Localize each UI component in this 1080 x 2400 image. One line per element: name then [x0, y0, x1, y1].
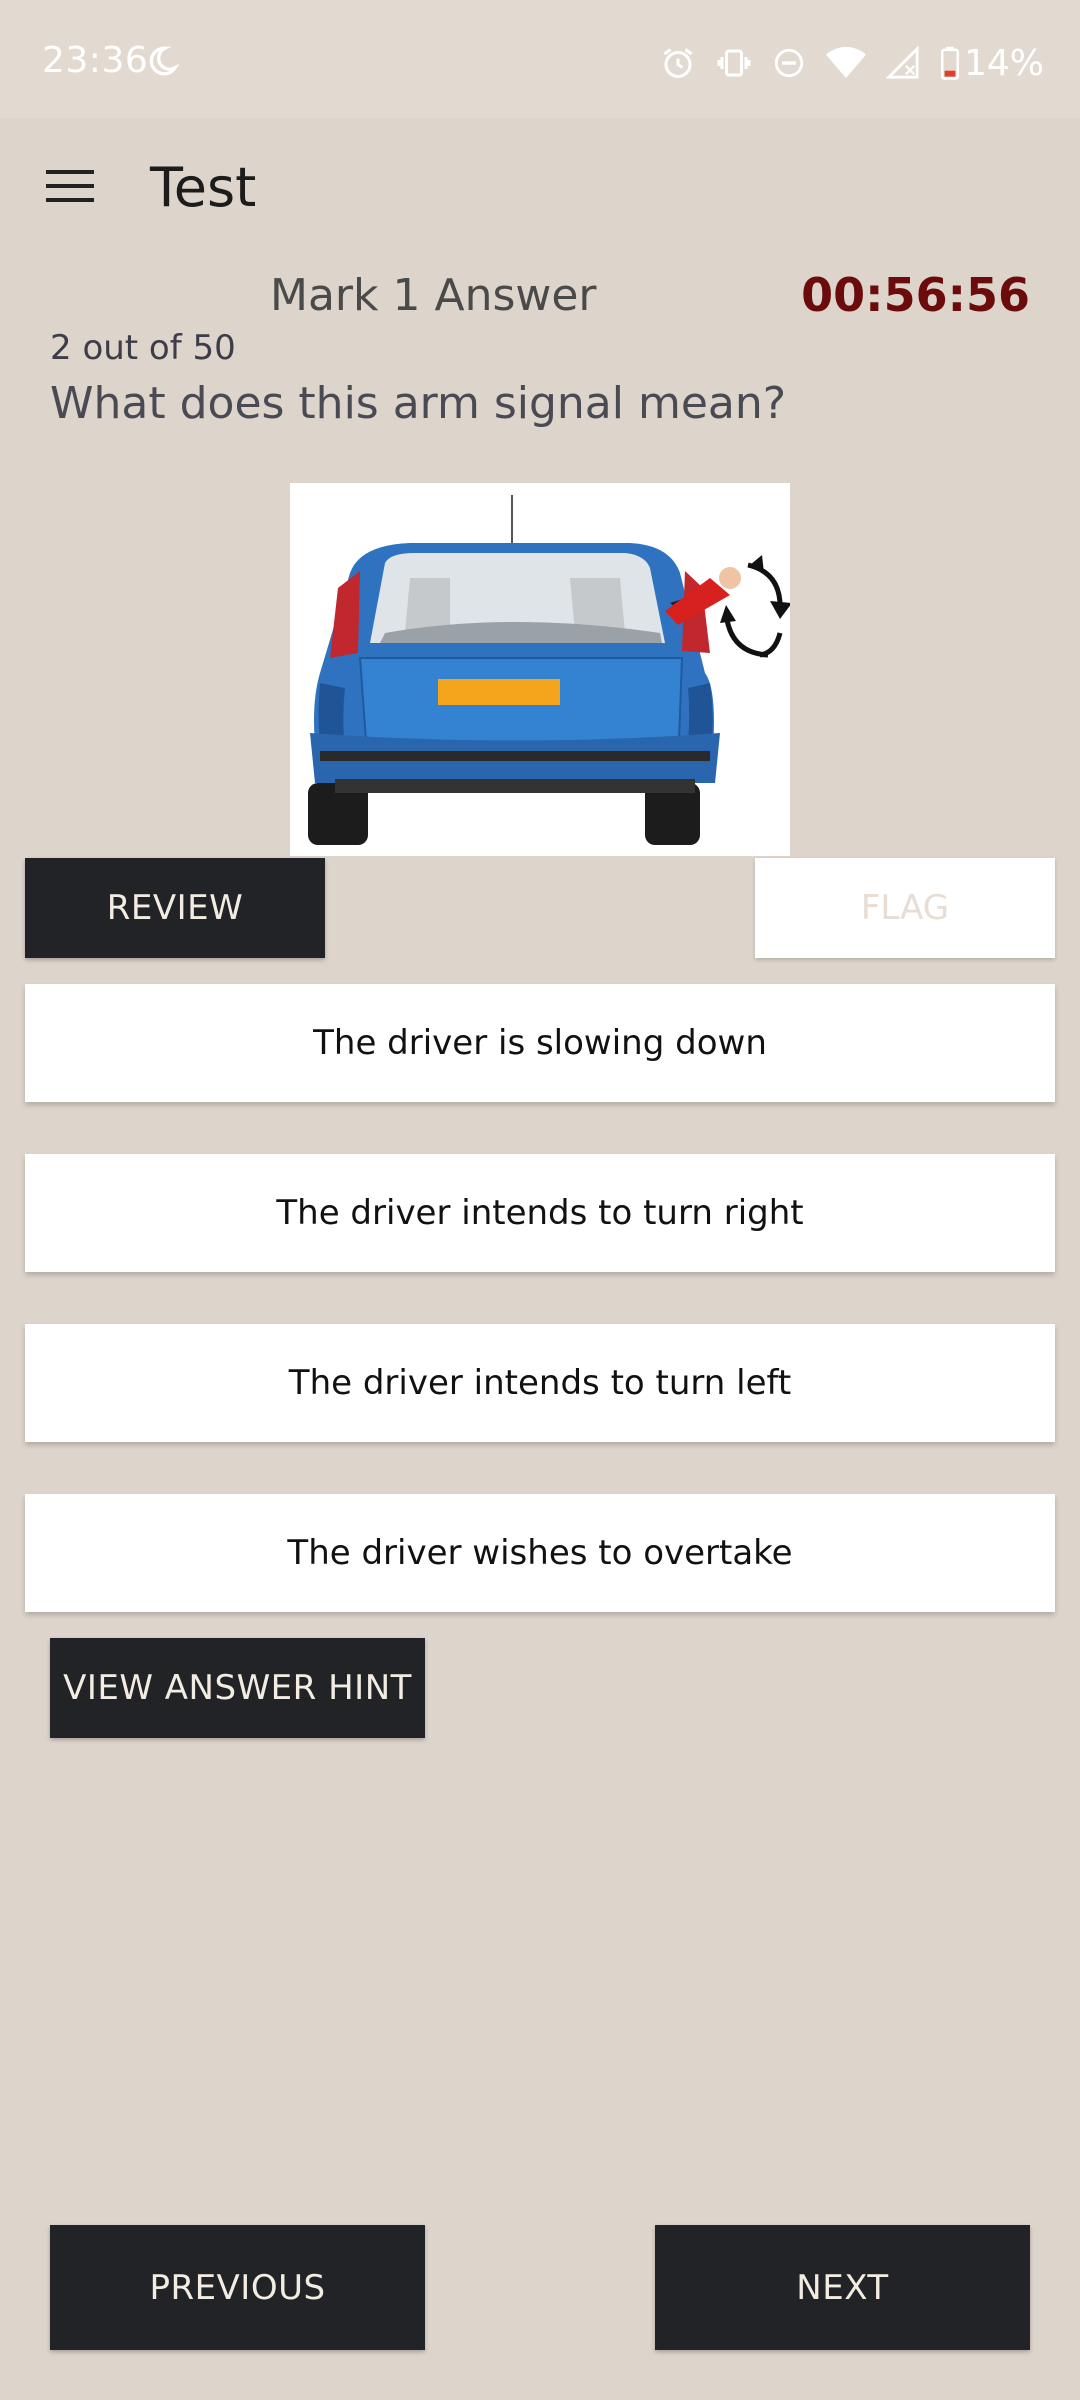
countdown-timer: 00:56:56	[801, 268, 1030, 322]
battery-percent: 14%	[963, 42, 1044, 84]
answer-option-3[interactable]: The driver intends to turn left	[25, 1324, 1055, 1442]
next-button[interactable]: NEXT	[655, 2225, 1030, 2350]
app-bar: Test	[0, 118, 1080, 258]
status-icons: 14%	[660, 38, 1044, 88]
status-bar: 23:36 14%	[0, 0, 1080, 118]
moon-icon	[149, 46, 179, 76]
previous-button[interactable]: PREVIOUS	[50, 2225, 425, 2350]
answer-option-1[interactable]: The driver is slowing down	[25, 984, 1055, 1102]
vibrate-icon	[717, 49, 751, 77]
answer-option-2[interactable]: The driver intends to turn right	[25, 1154, 1055, 1272]
hamburger-menu-icon[interactable]	[46, 168, 94, 204]
review-button[interactable]: REVIEW	[25, 858, 325, 958]
battery-icon	[941, 46, 959, 80]
flag-button[interactable]: FLAG	[755, 858, 1055, 958]
signal-icon	[885, 46, 919, 79]
do-not-disturb-icon	[774, 48, 804, 78]
question-text: What does this arm signal mean?	[50, 378, 787, 429]
mark-label: Mark 1 Answer	[270, 270, 597, 321]
question-progress: 2 out of 50	[50, 328, 236, 368]
alarm-icon	[663, 48, 693, 78]
answer-option-4[interactable]: The driver wishes to overtake	[25, 1494, 1055, 1612]
car-arm-signal-illustration	[308, 495, 790, 845]
status-time: 23:36	[42, 40, 149, 81]
app-title: Test	[150, 156, 257, 219]
question-image	[290, 483, 790, 856]
view-answer-hint-button[interactable]: VIEW ANSWER HINT	[50, 1638, 425, 1738]
wifi-icon	[825, 47, 866, 78]
